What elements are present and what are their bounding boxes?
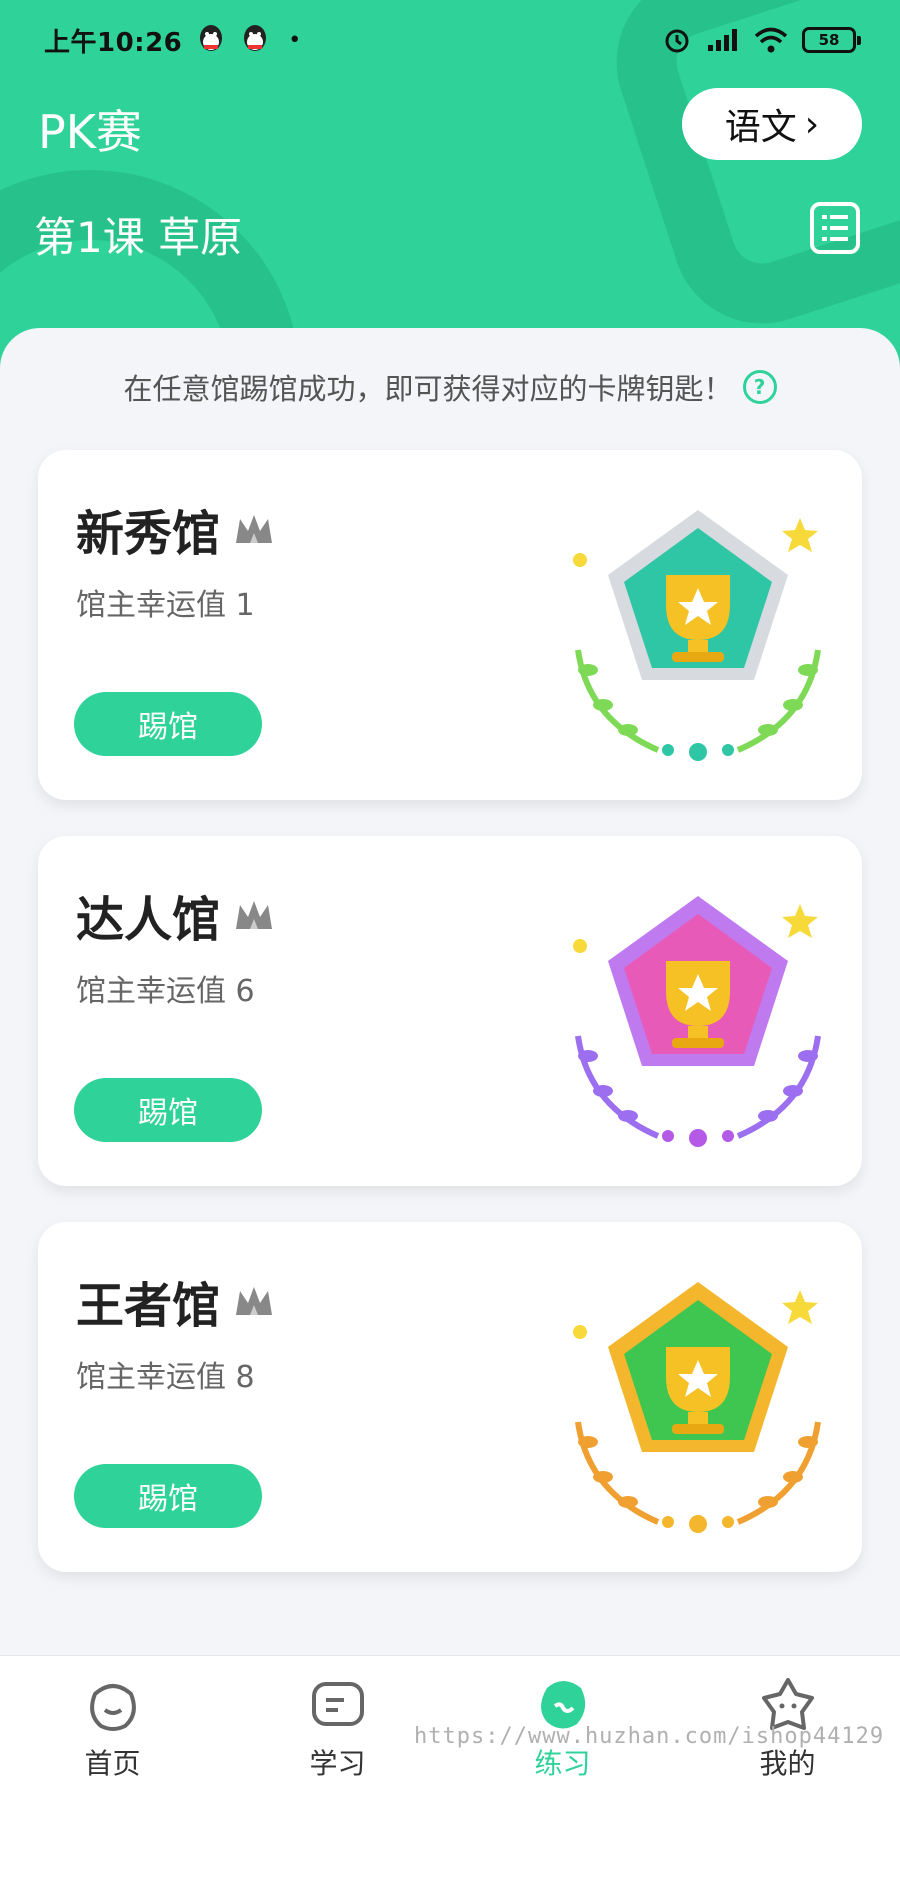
bottom-tab-bar: 首页 学习 练习 我的	[0, 1655, 900, 1790]
hall-luck-value: 馆主幸运值 1	[76, 588, 255, 623]
lesson-title: 第1课 草原	[34, 213, 243, 262]
trophy-badge-icon	[573, 510, 821, 761]
tab-study[interactable]: 学习	[225, 1656, 450, 1790]
hall-luck-value: 馆主幸运值 8	[76, 1360, 255, 1395]
kick-hall-button[interactable]: 踢馆	[74, 1078, 262, 1142]
tab-label: 学习	[309, 1747, 366, 1780]
signal-icon	[708, 29, 737, 51]
tab-label: 练习	[534, 1747, 591, 1780]
trophy-badge-icon	[573, 896, 821, 1147]
alarm-icon	[665, 29, 689, 53]
tab-practice[interactable]: 练习	[450, 1656, 675, 1790]
hall-card-king: 王者馆 馆主幸运值 8 踢馆	[38, 1222, 862, 1572]
status-dot: •	[288, 27, 302, 53]
kick-hall-button[interactable]: 踢馆	[74, 692, 262, 756]
practice-blob-icon	[540, 1681, 585, 1729]
battery-icon: 58	[802, 27, 861, 53]
crown-icon	[236, 515, 273, 543]
qq-icon	[240, 24, 270, 56]
book-card-icon	[311, 1682, 364, 1726]
help-icon[interactable]: ?	[742, 370, 777, 404]
crown-icon	[236, 1287, 273, 1315]
subject-label: 语文	[724, 107, 797, 148]
status-bar: 上午10:26 • 58	[0, 0, 900, 80]
main-content: 在任意馆踢馆成功，即可获得对应的卡牌钥匙！ ? 新秀馆 馆主幸运值 1 踢馆 达…	[0, 328, 900, 1658]
status-icons: 58	[662, 25, 861, 55]
notice-bar: 在任意馆踢馆成功，即可获得对应的卡牌钥匙！ ?	[0, 366, 900, 408]
subject-select-button[interactable]: 语文 ›	[682, 88, 862, 160]
crown-icon	[236, 901, 273, 929]
smile-face-icon	[89, 1684, 136, 1731]
star-face-icon	[761, 1678, 814, 1730]
list-icon[interactable]	[810, 202, 860, 254]
wifi-icon	[754, 27, 788, 53]
kick-hall-button[interactable]: 踢馆	[74, 1464, 262, 1528]
hall-card-expert: 达人馆 馆主幸运值 6 踢馆	[38, 836, 862, 1186]
tab-label: 首页	[84, 1747, 141, 1780]
trophy-badge-icon	[573, 1282, 821, 1533]
hall-name: 新秀馆	[76, 506, 221, 562]
tab-home[interactable]: 首页	[0, 1656, 225, 1790]
hall-name: 王者馆	[76, 1278, 221, 1334]
chevron-right-icon: ›	[804, 103, 820, 145]
page-title: PK赛	[38, 105, 142, 159]
hall-luck-value: 馆主幸运值 6	[76, 974, 255, 1009]
header: 上午10:26 • 58 PK赛 语文 › 第1课 草原	[0, 0, 900, 380]
tab-label: 我的	[759, 1747, 816, 1780]
hall-name: 达人馆	[76, 892, 221, 948]
notice-text: 在任意馆踢馆成功，即可获得对应的卡牌钥匙！	[123, 372, 733, 406]
hall-card-rookie: 新秀馆 馆主幸运值 1 踢馆	[38, 450, 862, 800]
tab-mine[interactable]: 我的	[675, 1656, 900, 1790]
status-time: 上午10:26	[44, 27, 183, 58]
qq-icon	[196, 24, 226, 56]
